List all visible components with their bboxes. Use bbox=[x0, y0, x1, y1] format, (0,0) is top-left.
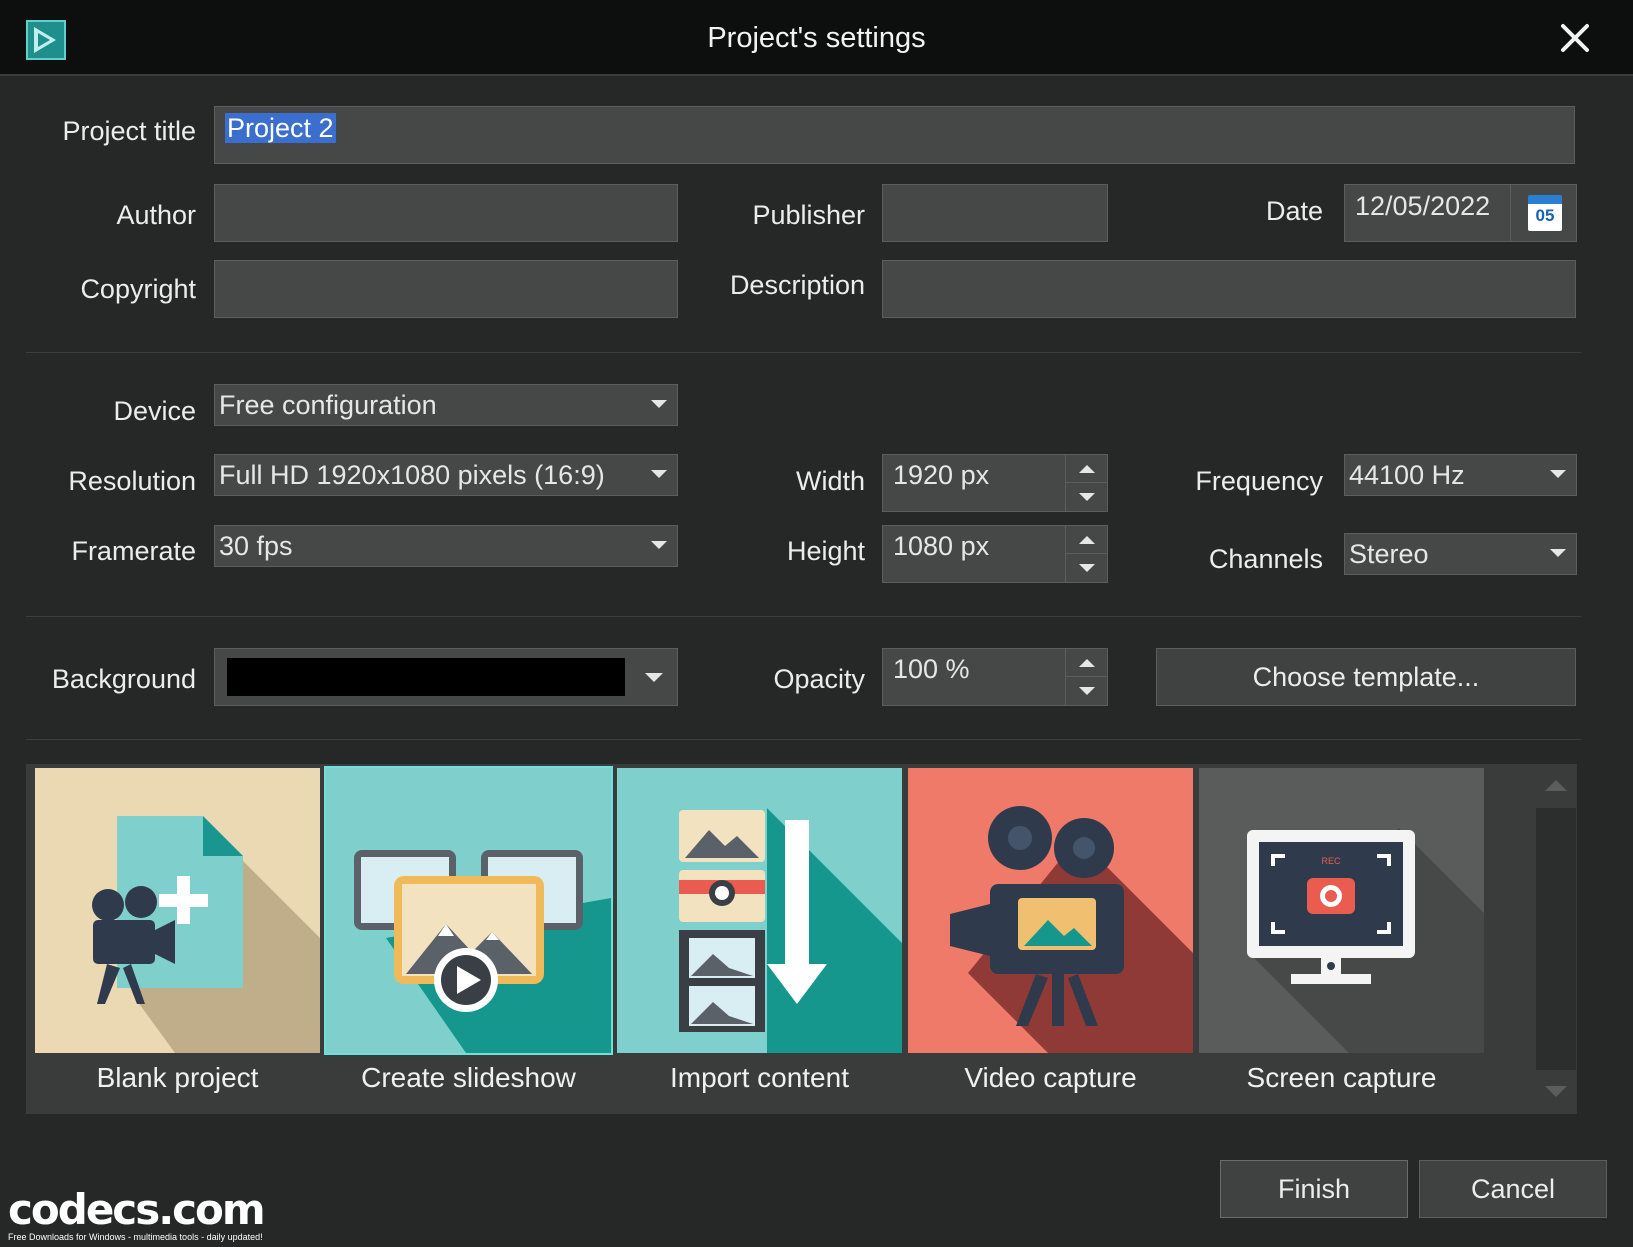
channels-value: Stereo bbox=[1349, 539, 1429, 569]
import-content-icon bbox=[617, 768, 902, 1053]
channels-label: Channels bbox=[1208, 544, 1323, 574]
close-icon[interactable] bbox=[1557, 20, 1593, 56]
publisher-label: Publisher bbox=[752, 200, 865, 230]
height-label: Height bbox=[786, 536, 865, 566]
screen-capture-icon: REC bbox=[1199, 768, 1484, 1053]
background-color-picker[interactable] bbox=[214, 648, 678, 706]
window-title: Project's settings bbox=[707, 22, 926, 54]
device-select[interactable]: Free configuration bbox=[214, 384, 678, 426]
opacity-value: 100 % bbox=[893, 654, 970, 684]
frequency-value: 44100 Hz bbox=[1349, 460, 1465, 490]
tile-create-slideshow[interactable]: Create slideshow bbox=[324, 766, 613, 1108]
gallery-scrollbar[interactable] bbox=[1536, 764, 1576, 1114]
height-spin-buttons bbox=[1065, 526, 1108, 582]
description-label: Description bbox=[729, 270, 865, 300]
resolution-label: Resolution bbox=[68, 466, 196, 496]
frequency-select[interactable]: 44100 Hz bbox=[1344, 454, 1577, 496]
height-decrement-button[interactable] bbox=[1066, 554, 1108, 582]
height-stepper[interactable]: 1080 px bbox=[882, 525, 1108, 583]
chevron-down-icon bbox=[651, 541, 667, 549]
tile-label: Import content bbox=[670, 1062, 849, 1093]
date-input[interactable]: 12/05/2022 05 bbox=[1344, 184, 1577, 242]
copyright-input[interactable] bbox=[214, 260, 678, 318]
project-title-input[interactable]: Project 2 bbox=[214, 106, 1575, 164]
framerate-select[interactable]: 30 fps bbox=[214, 525, 678, 567]
tile-video-capture[interactable]: Video capture bbox=[908, 768, 1193, 1108]
opacity-increment-button[interactable] bbox=[1066, 649, 1108, 677]
height-value: 1080 px bbox=[893, 531, 990, 561]
author-label: Author bbox=[116, 200, 196, 230]
chevron-down-icon bbox=[651, 470, 667, 478]
project-title-label: Project title bbox=[62, 116, 196, 146]
tile-label: Create slideshow bbox=[361, 1062, 576, 1093]
background-color-swatch bbox=[227, 658, 625, 696]
date-label: Date bbox=[1265, 196, 1323, 226]
opacity-decrement-button[interactable] bbox=[1066, 677, 1108, 705]
chevron-down-icon bbox=[1550, 470, 1566, 478]
width-stepper[interactable]: 1920 px bbox=[882, 454, 1108, 512]
blank-project-icon bbox=[35, 768, 320, 1053]
device-value: Free configuration bbox=[219, 390, 437, 420]
slideshow-icon bbox=[324, 766, 613, 1055]
project-type-gallery: Blank project Create slideshow Import co… bbox=[26, 764, 1577, 1114]
calendar-icon: 05 bbox=[1528, 195, 1562, 231]
framerate-value: 30 fps bbox=[219, 531, 293, 561]
scroll-down-button[interactable] bbox=[1536, 1070, 1576, 1114]
separator bbox=[26, 352, 1581, 353]
copyright-label: Copyright bbox=[80, 274, 196, 304]
width-increment-button[interactable] bbox=[1066, 455, 1108, 483]
date-value: 12/05/2022 bbox=[1355, 191, 1491, 221]
framerate-label: Framerate bbox=[71, 536, 196, 566]
tile-import-content[interactable]: Import content bbox=[617, 768, 902, 1108]
width-label: Width bbox=[795, 466, 865, 496]
scroll-up-button[interactable] bbox=[1536, 764, 1576, 808]
description-input[interactable] bbox=[882, 260, 1576, 318]
tile-label: Screen capture bbox=[1246, 1062, 1437, 1093]
opacity-spin-buttons bbox=[1065, 649, 1108, 705]
width-decrement-button[interactable] bbox=[1066, 483, 1108, 511]
video-camera-icon bbox=[908, 768, 1193, 1053]
calendar-day: 05 bbox=[1535, 206, 1555, 225]
tile-screen-capture[interactable]: REC Screen capture bbox=[1199, 768, 1484, 1108]
watermark-logo: codecs.com Free Downloads for Windows - … bbox=[8, 1185, 266, 1244]
tile-label: Blank project bbox=[96, 1062, 259, 1093]
opacity-label: Opacity bbox=[773, 664, 865, 694]
tile-blank-project[interactable]: Blank project bbox=[35, 768, 320, 1108]
title-bar: Project's settings bbox=[0, 0, 1633, 76]
width-spin-buttons bbox=[1065, 455, 1108, 511]
frequency-label: Frequency bbox=[1195, 466, 1323, 496]
publisher-input[interactable] bbox=[882, 184, 1108, 242]
resolution-select[interactable]: Full HD 1920x1080 pixels (16:9) bbox=[214, 454, 678, 496]
author-input[interactable] bbox=[214, 184, 678, 242]
watermark-logo-text: codecs.com bbox=[8, 1185, 266, 1234]
separator bbox=[26, 739, 1581, 740]
watermark-tagline: Free Downloads for Windows - multimedia … bbox=[8, 1232, 263, 1242]
finish-button[interactable]: Finish bbox=[1220, 1160, 1408, 1218]
tile-label: Video capture bbox=[964, 1062, 1137, 1093]
chevron-down-icon bbox=[651, 400, 667, 408]
svg-text:REC: REC bbox=[1321, 856, 1341, 866]
cancel-button[interactable]: Cancel bbox=[1419, 1160, 1607, 1218]
choose-template-button[interactable]: Choose template... bbox=[1156, 648, 1576, 706]
width-value: 1920 px bbox=[893, 460, 990, 490]
separator bbox=[26, 616, 1581, 617]
chevron-down-icon bbox=[1550, 549, 1566, 557]
chevron-down-icon bbox=[645, 673, 663, 682]
channels-select[interactable]: Stereo bbox=[1344, 533, 1577, 575]
height-increment-button[interactable] bbox=[1066, 526, 1108, 554]
opacity-stepper[interactable]: 100 % bbox=[882, 648, 1108, 706]
resolution-value: Full HD 1920x1080 pixels (16:9) bbox=[219, 460, 605, 490]
device-label: Device bbox=[113, 396, 196, 426]
background-label: Background bbox=[51, 664, 196, 694]
project-title-value: Project 2 bbox=[225, 113, 336, 143]
calendar-button[interactable]: 05 bbox=[1510, 185, 1576, 241]
